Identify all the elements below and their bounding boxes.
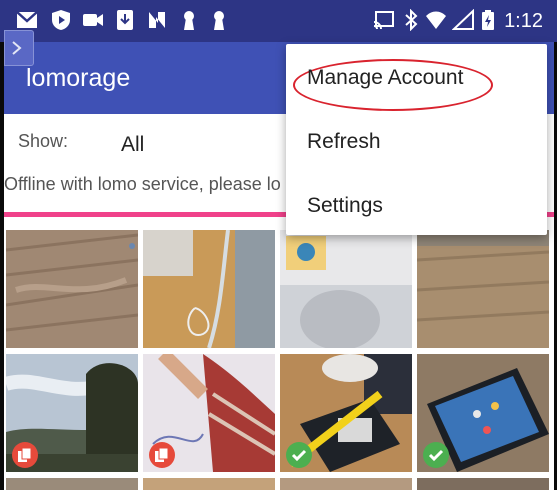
chevron-right-icon: [12, 41, 22, 55]
overflow-menu: Manage Account Refresh Settings: [286, 44, 547, 235]
menu-item-settings[interactable]: Settings: [307, 194, 383, 218]
cast-icon: [373, 11, 394, 30]
show-filter-select[interactable]: All: [121, 133, 144, 157]
check-icon: [291, 449, 307, 462]
photo-wood-floor: [6, 230, 138, 348]
photo-tile[interactable]: [417, 354, 549, 472]
keyhole-icon: [214, 11, 224, 30]
offline-message: Offline with lomo service, please lo: [4, 174, 281, 194]
photo-tile[interactable]: [280, 478, 412, 490]
photo-tile[interactable]: [143, 478, 275, 490]
bluetooth-icon: [405, 9, 418, 31]
wifi-icon: [426, 11, 446, 29]
show-label: Show:: [18, 131, 69, 151]
photo-tile[interactable]: [417, 478, 549, 490]
status-bar: 1:12: [0, 0, 557, 42]
shield-play-icon: [52, 10, 70, 30]
photo-tile[interactable]: [143, 354, 275, 472]
video-camera-icon: [83, 14, 103, 26]
photo-tile[interactable]: [6, 230, 138, 348]
photo-wall-art: [280, 230, 412, 348]
backed-up-badge: [423, 442, 449, 468]
photo-tile[interactable]: [280, 230, 412, 348]
check-icon: [428, 449, 444, 462]
local-only-badge: [149, 442, 175, 468]
copy-icon: [155, 447, 169, 462]
photo-tile[interactable]: [6, 478, 138, 490]
gmail-icon: [16, 11, 38, 28]
copy-icon: [18, 447, 32, 462]
download-icon: [117, 10, 133, 30]
local-only-badge: [12, 442, 38, 468]
edge-panel-handle[interactable]: [4, 30, 34, 66]
photo-tile[interactable]: [6, 354, 138, 472]
photo-wood-floor-2: [417, 230, 549, 348]
signal-icon: [452, 9, 474, 30]
battery-charging-icon: [482, 10, 494, 30]
app-title: lomorage: [26, 64, 131, 92]
photo-tile[interactable]: [143, 230, 275, 348]
app-n-icon: [149, 12, 165, 28]
clock: 1:12: [504, 10, 543, 32]
menu-item-manage-account[interactable]: Manage Account: [307, 66, 463, 90]
backed-up-badge: [286, 442, 312, 468]
keyhole-icon: [184, 11, 194, 30]
photo-tile[interactable]: [417, 230, 549, 348]
menu-item-refresh[interactable]: Refresh: [307, 130, 381, 154]
photo-grid: [4, 228, 554, 490]
photo-cable-desk: [143, 230, 275, 348]
photo-tile[interactable]: [280, 354, 412, 472]
